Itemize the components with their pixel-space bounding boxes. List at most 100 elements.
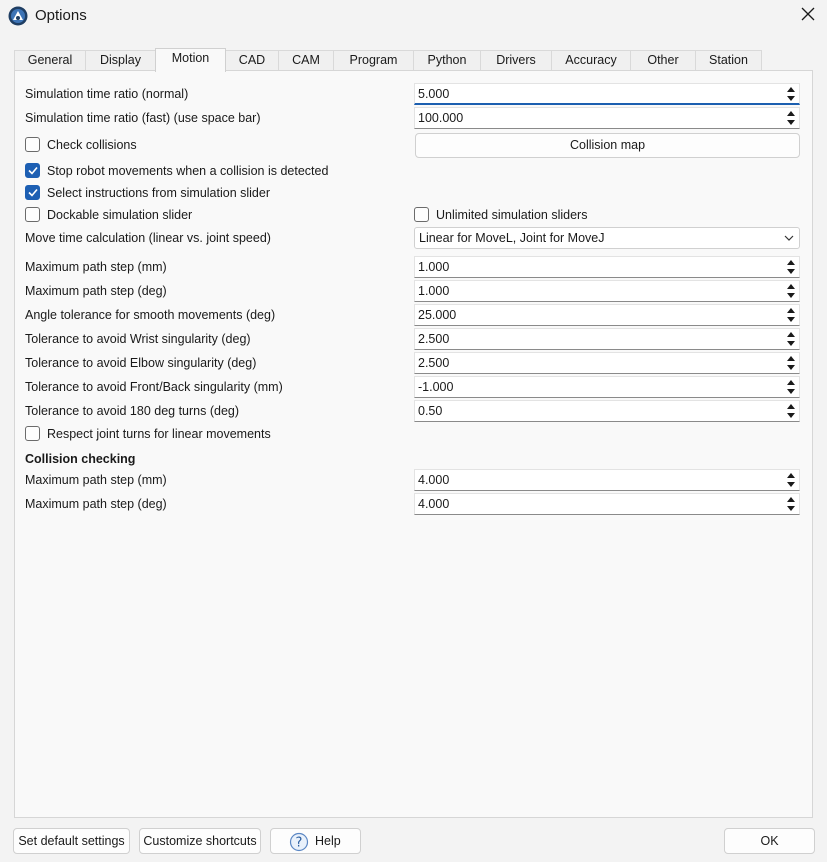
max-path-step-deg-label: Maximum path step (deg) (25, 284, 167, 298)
angle-tolerance-label: Angle tolerance for smooth movements (de… (25, 308, 276, 322)
help-circle-icon: ? (289, 832, 309, 852)
spin-down-icon[interactable] (785, 315, 797, 324)
motion-panel (14, 70, 813, 818)
frontback-tolerance-spinbox[interactable]: -1.000 (414, 376, 800, 398)
title-bar: Options (0, 0, 827, 34)
spin-arrows (785, 258, 797, 276)
angle-tolerance-value: 25.000 (418, 308, 457, 322)
sim-ratio-fast-label: Simulation time ratio (fast) (use space … (25, 111, 261, 125)
svg-text:?: ? (296, 836, 303, 851)
turn180-tolerance-spinbox[interactable]: 0.50 (414, 400, 800, 422)
spin-arrows (785, 282, 797, 300)
collision-checking-heading: Collision checking (25, 452, 136, 466)
sim-ratio-normal-label: Simulation time ratio (normal) (25, 87, 189, 101)
sim-ratio-normal-value: 5.000 (418, 87, 450, 101)
customize-shortcuts-button[interactable]: Customize shortcuts (139, 828, 261, 854)
select-from-slider-checkbox[interactable] (25, 185, 40, 200)
tab-accuracy[interactable]: Accuracy (551, 50, 631, 71)
tab-general[interactable]: General (14, 50, 86, 71)
checkmark-icon (28, 166, 38, 175)
spin-arrows (785, 85, 797, 103)
respect-joint-turns-label: Respect joint turns for linear movements (47, 427, 271, 441)
spin-up-icon[interactable] (785, 330, 797, 339)
max-path-step-mm-value: 1.000 (418, 260, 450, 274)
tab-motion[interactable]: Motion (155, 48, 226, 72)
wrist-tolerance-spinbox[interactable]: 2.500 (414, 328, 800, 350)
move-time-calc-label: Move time calculation (linear vs. joint … (25, 231, 271, 245)
unlimited-sliders-label: Unlimited simulation sliders (436, 208, 588, 222)
move-time-calc-value: Linear for MoveL, Joint for MoveJ (419, 231, 605, 245)
max-path-step-deg-spinbox[interactable]: 1.000 (414, 280, 800, 302)
ok-button[interactable]: OK (724, 828, 815, 854)
spin-down-icon[interactable] (785, 267, 797, 276)
tab-python[interactable]: Python (413, 50, 481, 71)
close-icon[interactable] (800, 6, 816, 22)
stop-on-collision-label: Stop robot movements when a collision is… (47, 164, 329, 178)
spin-up-icon[interactable] (785, 282, 797, 291)
spin-down-icon[interactable] (785, 411, 797, 420)
frontback-tolerance-value: -1.000 (418, 380, 454, 394)
respect-joint-turns-checkbox[interactable] (25, 426, 40, 441)
tab-cad[interactable]: CAD (225, 50, 279, 71)
spin-arrows (785, 471, 797, 489)
checkmark-icon (28, 188, 38, 197)
spin-up-icon[interactable] (785, 402, 797, 411)
spin-up-icon[interactable] (785, 354, 797, 363)
spin-down-icon[interactable] (785, 363, 797, 372)
tab-program[interactable]: Program (333, 50, 414, 71)
spin-up-icon[interactable] (785, 109, 797, 118)
stop-on-collision-checkbox[interactable] (25, 163, 40, 178)
elbow-tolerance-value: 2.500 (418, 356, 450, 370)
spin-down-icon[interactable] (785, 94, 797, 103)
spin-up-icon[interactable] (785, 471, 797, 480)
select-from-slider-label: Select instructions from simulation slid… (47, 186, 270, 200)
cc-max-path-step-mm-spinbox[interactable]: 4.000 (414, 469, 800, 491)
help-button[interactable]: ? Help (270, 828, 361, 854)
cc-max-path-step-deg-label: Maximum path step (deg) (25, 497, 167, 511)
unlimited-sliders-checkbox[interactable] (414, 207, 429, 222)
spin-arrows (785, 402, 797, 420)
sim-ratio-normal-spinbox[interactable]: 5.000 (414, 83, 800, 105)
max-path-step-mm-spinbox[interactable]: 1.000 (414, 256, 800, 278)
check-collisions-label: Check collisions (47, 138, 137, 152)
spin-up-icon[interactable] (785, 306, 797, 315)
wrist-tolerance-value: 2.500 (418, 332, 450, 346)
window-title: Options (35, 7, 87, 24)
turn180-tolerance-label: Tolerance to avoid 180 deg turns (deg) (25, 404, 240, 418)
frontback-tolerance-label: Tolerance to avoid Front/Back singularit… (25, 380, 283, 394)
tab-other[interactable]: Other (630, 50, 696, 71)
sim-ratio-fast-spinbox[interactable]: 100.000 (414, 107, 800, 129)
spin-up-icon[interactable] (785, 258, 797, 267)
angle-tolerance-spinbox[interactable]: 25.000 (414, 304, 800, 326)
set-default-settings-button[interactable]: Set default settings (13, 828, 130, 854)
spin-up-icon[interactable] (785, 378, 797, 387)
elbow-tolerance-label: Tolerance to avoid Elbow singularity (de… (25, 356, 257, 370)
dockable-slider-checkbox[interactable] (25, 207, 40, 222)
spin-up-icon[interactable] (785, 495, 797, 504)
check-collisions-checkbox[interactable] (25, 137, 40, 152)
collision-map-button[interactable]: Collision map (415, 133, 800, 158)
move-time-calc-dropdown[interactable]: Linear for MoveL, Joint for MoveJ (414, 227, 800, 249)
chevron-down-icon (784, 235, 794, 241)
spin-down-icon[interactable] (785, 118, 797, 127)
elbow-tolerance-spinbox[interactable]: 2.500 (414, 352, 800, 374)
spin-arrows (785, 109, 797, 127)
tab-display[interactable]: Display (85, 50, 156, 71)
turn180-tolerance-value: 0.50 (418, 404, 443, 418)
spin-down-icon[interactable] (785, 504, 797, 513)
spin-down-icon[interactable] (785, 387, 797, 396)
cc-max-path-step-deg-spinbox[interactable]: 4.000 (414, 493, 800, 515)
tab-station[interactable]: Station (695, 50, 762, 71)
tab-cam[interactable]: CAM (278, 50, 334, 71)
tab-drivers[interactable]: Drivers (480, 50, 552, 71)
spin-down-icon[interactable] (785, 339, 797, 348)
cc-max-path-step-deg-value: 4.000 (418, 497, 450, 511)
cc-max-path-step-mm-value: 4.000 (418, 473, 450, 487)
spin-down-icon[interactable] (785, 291, 797, 300)
spin-down-icon[interactable] (785, 480, 797, 489)
spin-arrows (785, 495, 797, 513)
max-path-step-mm-label: Maximum path step (mm) (25, 260, 167, 274)
wrist-tolerance-label: Tolerance to avoid Wrist singularity (de… (25, 332, 251, 346)
spin-up-icon[interactable] (785, 85, 797, 94)
spin-arrows (785, 330, 797, 348)
